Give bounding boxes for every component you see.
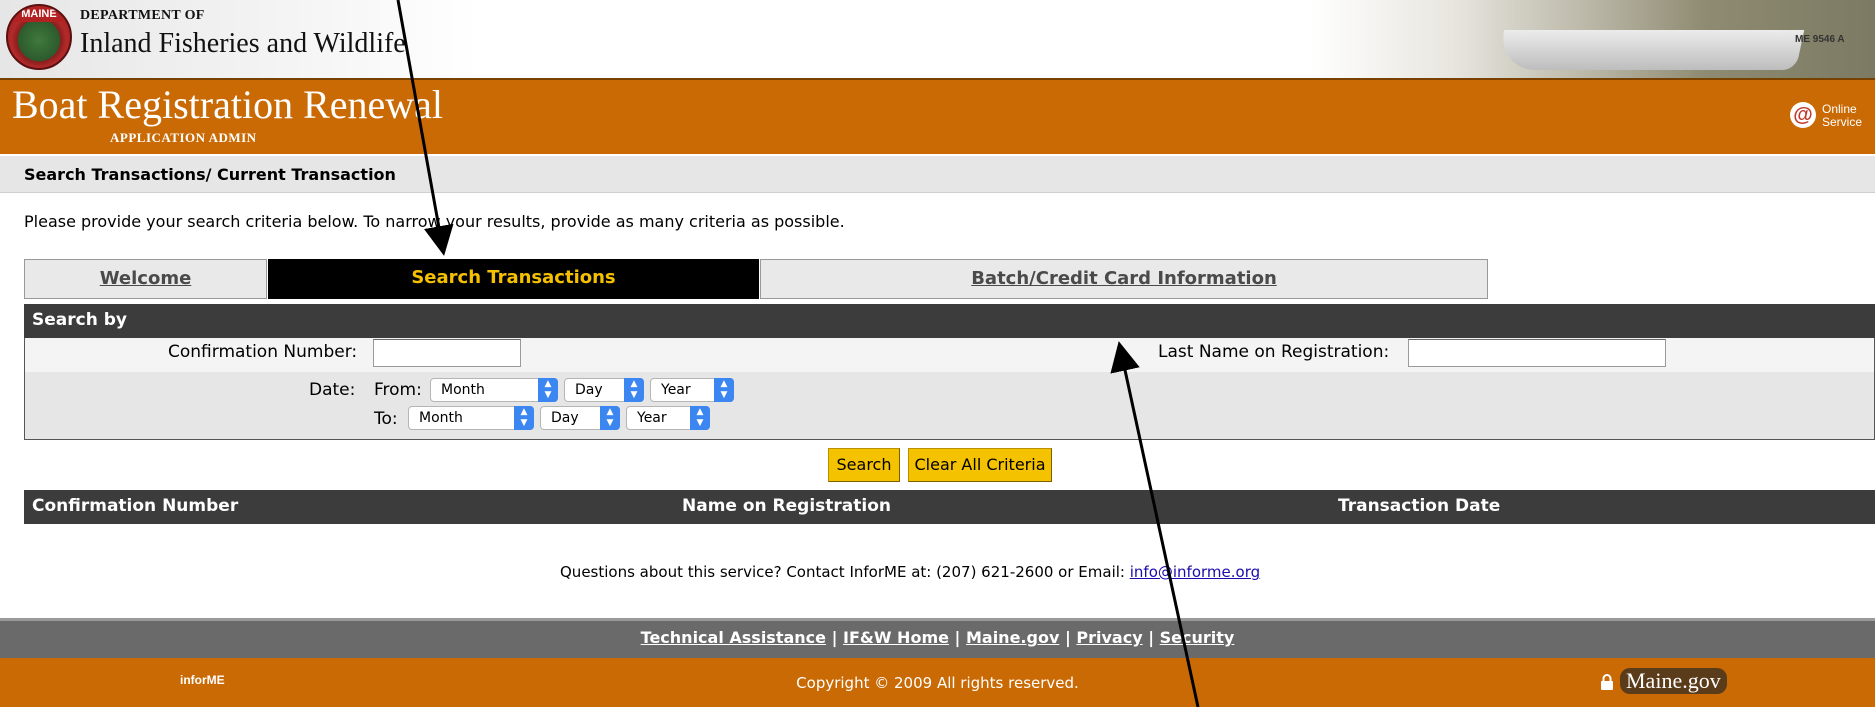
boat-image (1495, 30, 1805, 70)
last-name-label: Last Name on Registration: (1158, 342, 1390, 362)
search-button[interactable]: Search (828, 448, 900, 482)
department-label: DEPARTMENT OF (80, 8, 205, 23)
tab-search-transactions[interactable]: Search Transactions (268, 259, 759, 299)
chevron-updown-icon: ▲ ▼ (624, 378, 644, 402)
instructions-text: Please provide your search criteria belo… (24, 212, 845, 231)
from-day-value: Day (575, 382, 603, 398)
from-year-value: Year (661, 382, 691, 398)
tab-batch-credit-card-information[interactable]: Batch/Credit Card Information (760, 259, 1488, 299)
online-service-icon: @ (1790, 102, 1816, 128)
footer-link-ifw-home[interactable]: IF&W Home (843, 628, 949, 647)
chevron-updown-icon: ▲ ▼ (600, 406, 620, 430)
chevron-updown-icon: ▲ ▼ (538, 378, 558, 402)
contact-text: Questions about this service? Contact In… (560, 563, 1130, 581)
footer-link-technical-assistance[interactable]: Technical Assistance (641, 628, 826, 647)
clear-all-criteria-button[interactable]: Clear All Criteria (908, 448, 1052, 482)
to-year-value: Year (637, 410, 667, 426)
online-service-label: Online Service (1822, 103, 1862, 129)
seal-label: MAINE (8, 6, 70, 22)
to-label: To: (374, 409, 398, 429)
from-month-select[interactable]: Month ▲ ▼ (430, 378, 558, 402)
footer-link-security[interactable]: Security (1160, 628, 1235, 647)
boat-registration-number: ME 9546 A (1795, 34, 1845, 45)
contact-email-link[interactable]: info@informe.org (1130, 563, 1260, 581)
to-day-select[interactable]: Day ▲ ▼ (540, 406, 620, 430)
footer-links: Technical Assistance | IF&W Home | Maine… (0, 628, 1875, 647)
column-header-confirmation-number: Confirmation Number (32, 496, 239, 516)
tab-welcome[interactable]: Welcome (24, 259, 267, 299)
lock-icon (1601, 674, 1613, 690)
footer-link-privacy[interactable]: Privacy (1076, 628, 1142, 647)
date-label: Date: (309, 380, 356, 400)
maine-gov-logo: Maine.gov (1620, 668, 1727, 694)
app-subtitle: APPLICATION ADMIN (110, 130, 257, 145)
online-service-line2: Service (1822, 115, 1863, 129)
criteria-row (25, 372, 1874, 439)
confirmation-number-input[interactable] (373, 339, 521, 367)
last-name-input[interactable] (1408, 339, 1666, 367)
footer-link-maine-gov[interactable]: Maine.gov (966, 628, 1059, 647)
app-title: Boat Registration Renewal (12, 82, 444, 127)
results-table-header (24, 490, 1875, 524)
column-header-transaction-date: Transaction Date (1338, 496, 1501, 516)
to-month-select[interactable]: Month ▲ ▼ (408, 406, 534, 430)
footer-separator: | (1148, 628, 1155, 647)
contact-info: Questions about this service? Contact In… (560, 563, 1260, 581)
to-year-select[interactable]: Year ▲ ▼ (626, 406, 710, 430)
search-by-header (24, 304, 1875, 338)
maine-seal-icon: MAINE (6, 4, 72, 70)
from-label: From: (374, 380, 422, 400)
chevron-updown-icon: ▲ ▼ (714, 378, 734, 402)
to-day-value: Day (551, 410, 579, 426)
page-title: Search Transactions/ Current Transaction (24, 165, 396, 184)
footer-separator: | (831, 628, 838, 647)
search-by-label: Search by (32, 310, 127, 330)
to-month-value: Month (419, 410, 463, 426)
chevron-updown-icon: ▲ ▼ (514, 406, 534, 430)
chevron-updown-icon: ▲ ▼ (690, 406, 710, 430)
department-name: Inland Fisheries and Wildlife (80, 28, 406, 59)
copyright-text: Copyright © 2009 All rights reserved. (796, 674, 1079, 692)
footer-separator: | (1064, 628, 1071, 647)
from-year-select[interactable]: Year ▲ ▼ (650, 378, 734, 402)
footer-separator: | (954, 628, 961, 647)
confirmation-number-label: Confirmation Number: (168, 342, 358, 362)
column-header-name-on-registration: Name on Registration (682, 496, 892, 516)
from-day-select[interactable]: Day ▲ ▼ (564, 378, 644, 402)
from-month-value: Month (441, 382, 485, 398)
